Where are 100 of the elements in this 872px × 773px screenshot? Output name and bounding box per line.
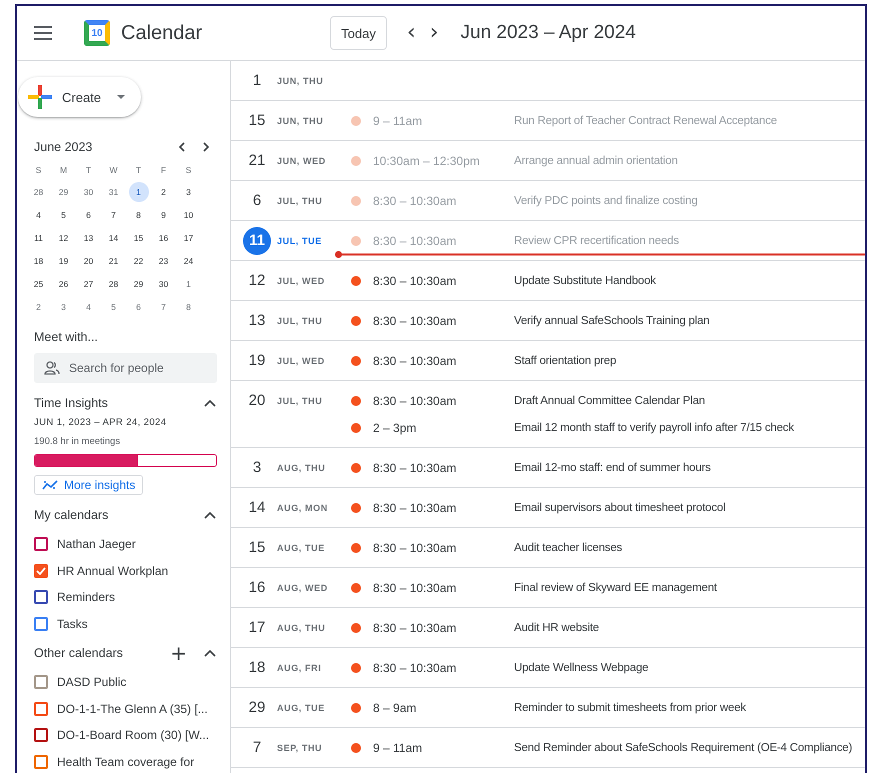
mini-calendar-day[interactable]: 17	[178, 228, 198, 248]
event-title[interactable]: Reminder to submit timesheets from prior week	[514, 702, 746, 714]
mini-calendar-day[interactable]: 7	[104, 204, 124, 224]
event-title[interactable]: Final review of Skyward EE management	[514, 582, 717, 594]
mini-calendar-day[interactable]: 28	[28, 182, 48, 202]
event-time[interactable]: 8:30 – 10:30am	[373, 314, 506, 328]
mini-calendar-day[interactable]: 14	[104, 228, 124, 248]
mini-calendar-day[interactable]: 7	[154, 296, 174, 316]
collapse-icon[interactable]	[203, 510, 217, 520]
create-button[interactable]: Create	[18, 77, 141, 117]
menu-icon[interactable]	[34, 26, 52, 40]
mini-calendar-day[interactable]: 26	[54, 274, 74, 294]
more-insights-button[interactable]: More insights	[34, 475, 144, 495]
mini-calendar-day[interactable]: 6	[78, 204, 98, 224]
day-number[interactable]: 15	[248, 112, 266, 129]
mini-calendar-day[interactable]: 1	[128, 182, 148, 202]
mini-calendar-day[interactable]: 8	[128, 204, 148, 224]
calendar-checkbox[interactable]	[34, 564, 48, 578]
event-title[interactable]: Audit teacher licenses	[514, 542, 622, 554]
mini-calendar-day[interactable]: 24	[178, 250, 198, 270]
collapse-icon[interactable]	[203, 648, 217, 658]
mini-calendar-day[interactable]: 3	[178, 182, 198, 202]
day-number[interactable]: 12	[248, 272, 266, 289]
event-time[interactable]: 8:30 – 10:30am	[373, 620, 506, 634]
event-title[interactable]: Audit HR website	[514, 622, 600, 634]
event-title[interactable]: Update Substitute Handbook	[514, 274, 656, 286]
mini-calendar-day[interactable]: 31	[104, 182, 124, 202]
mini-calendar-day[interactable]: 5	[54, 204, 74, 224]
event-time[interactable]: 2 – 3pm	[373, 420, 506, 434]
mini-calendar-day[interactable]: 28	[104, 274, 124, 294]
mini-calendar-day[interactable]: 19	[54, 250, 74, 270]
mini-calendar-day[interactable]: 30	[78, 182, 98, 202]
event-title[interactable]: Draft Annual Committee Calendar Plan	[514, 394, 794, 406]
day-number[interactable]: 21	[248, 152, 266, 169]
mini-calendar-day[interactable]: 20	[78, 250, 98, 270]
mini-calendar-day[interactable]: 2	[154, 182, 174, 202]
mini-calendar-day[interactable]: 21	[104, 250, 124, 270]
event-time[interactable]: 8:30 – 10:30am	[373, 500, 506, 514]
mini-calendar-day[interactable]: 27	[78, 274, 98, 294]
day-number[interactable]: 18	[248, 659, 266, 676]
event-title[interactable]: Verify annual SafeSchools Training plan	[514, 314, 710, 326]
add-calendar-button[interactable]: +	[170, 643, 187, 663]
mini-calendar-day[interactable]: 23	[154, 250, 174, 270]
mini-calendar-day[interactable]: 29	[128, 274, 148, 294]
calendar-checkbox[interactable]	[34, 702, 48, 716]
day-number[interactable]: 20	[248, 392, 266, 409]
event-time[interactable]: 8:30 – 10:30am	[373, 660, 506, 674]
day-number[interactable]: 17	[248, 619, 266, 636]
day-number[interactable]: 16	[248, 579, 266, 596]
collapse-icon[interactable]	[203, 398, 217, 408]
mini-calendar-day[interactable]: 29	[54, 182, 74, 202]
day-number[interactable]: 3	[252, 459, 262, 476]
event-title[interactable]: Email supervisors about timesheet protocol	[514, 502, 726, 514]
day-number[interactable]: 29	[248, 699, 266, 716]
today-button[interactable]: Today	[330, 16, 387, 50]
mini-calendar-day[interactable]: 30	[154, 274, 174, 294]
mini-calendar-day[interactable]: 22	[128, 250, 148, 270]
mini-calendar-day[interactable]: 13	[78, 228, 98, 248]
day-number[interactable]: 6	[252, 192, 262, 209]
mini-calendar-day[interactable]: 18	[28, 250, 48, 270]
mini-calendar-day[interactable]: 5	[104, 296, 124, 316]
mini-calendar-day[interactable]: 10	[178, 204, 198, 224]
mini-calendar-day[interactable]: 25	[28, 274, 48, 294]
event-time[interactable]: 8:30 – 10:30am	[373, 580, 506, 594]
event-title[interactable]: Update Wellness Webpage	[514, 662, 648, 674]
event-time[interactable]: 8 – 9am	[373, 700, 506, 714]
mini-calendar-day[interactable]: 15	[128, 228, 148, 248]
mini-calendar-day[interactable]: 4	[28, 204, 48, 224]
mini-calendar-day[interactable]: 1	[178, 274, 198, 294]
mini-calendar-day[interactable]: 12	[54, 228, 74, 248]
mini-calendar-day[interactable]: 2	[28, 296, 48, 316]
event-time[interactable]: 8:30 – 10:30am	[373, 274, 506, 288]
calendar-checkbox[interactable]	[34, 616, 48, 631]
calendar-checkbox[interactable]	[34, 754, 48, 769]
event-title[interactable]: Email 12-mo staff: end of summer hours	[514, 462, 711, 474]
event-title[interactable]: Staff orientation prep	[514, 354, 616, 366]
mini-calendar-day[interactable]: 11	[28, 228, 48, 248]
day-number[interactable]: 15	[248, 539, 266, 556]
event-time[interactable]: 8:30 – 10:30am	[373, 354, 506, 368]
event-title[interactable]: Email 12 month staff to verify payroll info after 7/15 check	[514, 422, 794, 434]
event-title[interactable]: Send Reminder about SafeSchools Requirement (OE-4 Compliance)	[514, 742, 852, 754]
calendar-checkbox[interactable]	[34, 675, 48, 690]
search-field[interactable]: Search for people	[34, 353, 217, 383]
mini-calendar-day[interactable]: 3	[54, 296, 74, 316]
calendar-checkbox[interactable]	[34, 590, 48, 604]
day-number[interactable]: 14	[248, 499, 266, 516]
mini-calendar-day[interactable]: 4	[78, 296, 98, 316]
day-number[interactable]: 7	[252, 739, 262, 756]
event-time[interactable]: 8:30 – 10:30am	[373, 394, 506, 408]
calendar-checkbox[interactable]	[34, 537, 48, 552]
event-time[interactable]: 9 – 11am	[373, 740, 506, 754]
mini-calendar-day[interactable]: 16	[154, 228, 174, 248]
next-button[interactable]: ›	[424, 22, 444, 44]
mini-calendar-day[interactable]: 9	[154, 204, 174, 224]
day-number[interactable]: 1	[252, 72, 262, 89]
day-number[interactable]: 11	[243, 226, 271, 254]
day-number[interactable]: 19	[248, 352, 266, 369]
mini-calendar-day[interactable]: 6	[128, 296, 148, 316]
day-number[interactable]: 13	[248, 312, 266, 329]
previous-button[interactable]: ‹	[400, 22, 422, 44]
